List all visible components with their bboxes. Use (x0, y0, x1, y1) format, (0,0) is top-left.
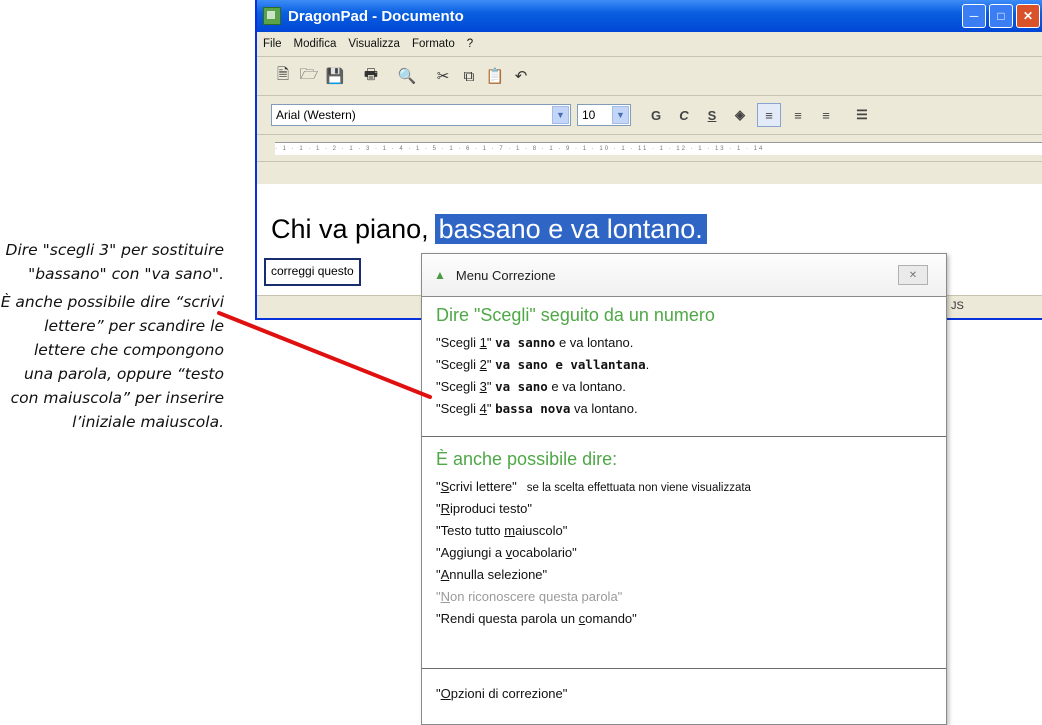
red-pointer-arrow (217, 311, 432, 399)
pointer-line (217, 311, 432, 399)
